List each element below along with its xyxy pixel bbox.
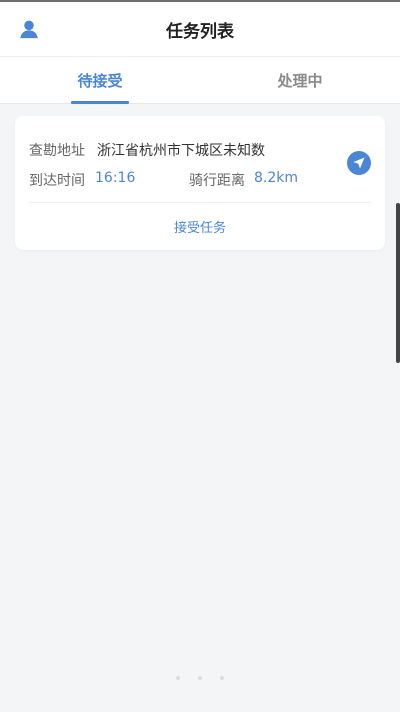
tab-pending[interactable]: 待接受 — [0, 57, 200, 104]
address-row: 查勘地址 浙江省杭州市下城区未知数 — [29, 140, 265, 160]
accept-task-button[interactable]: 接受任务 — [15, 214, 385, 238]
task-card[interactable]: 查勘地址 浙江省杭州市下城区未知数 到达时间 16:16 骑行距离 8.2km … — [15, 116, 385, 250]
address-value: 浙江省杭州市下城区未知数 — [97, 143, 265, 159]
active-tab-indicator — [71, 101, 129, 104]
page-title: 任务列表 — [166, 21, 234, 42]
navigation-arrow-icon — [353, 157, 365, 169]
tab-processing[interactable]: 处理中 — [200, 57, 400, 104]
tab-processing-label: 处理中 — [277, 72, 323, 90]
user-icon[interactable] — [18, 18, 40, 40]
app-header: 任务列表 — [0, 2, 400, 56]
card-divider — [29, 202, 371, 203]
address-label: 查勘地址 — [29, 143, 85, 159]
distance-value: 8.2km — [254, 170, 299, 186]
arrival-time-value: 16:16 — [95, 170, 136, 186]
time-distance-row: 到达时间 16:16 骑行距离 8.2km — [29, 170, 369, 190]
page-dot — [198, 676, 202, 680]
tab-bar: 待接受 处理中 — [0, 56, 400, 104]
accept-task-label: 接受任务 — [173, 220, 226, 236]
distance-label: 骑行距离 — [189, 173, 245, 189]
scrollbar[interactable] — [396, 203, 400, 363]
tab-pending-label: 待接受 — [77, 72, 123, 90]
page-dot — [220, 676, 224, 680]
page-indicator-dots — [176, 674, 224, 682]
page-dot — [176, 676, 180, 680]
navigate-button[interactable] — [347, 151, 371, 175]
arrival-time-label: 到达时间 — [29, 173, 85, 189]
